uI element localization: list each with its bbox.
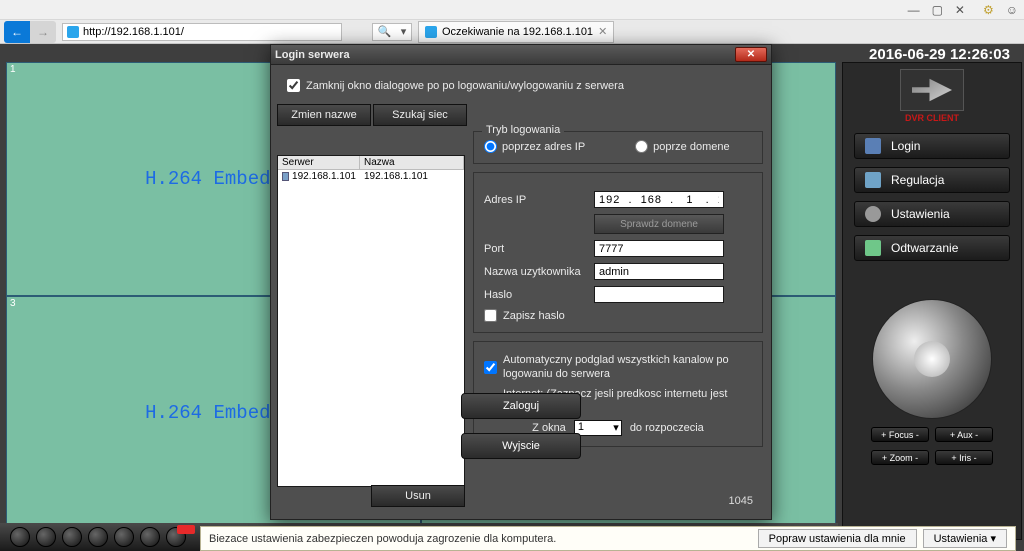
dock-button[interactable] [62,527,82,547]
settings-button[interactable]: Ustawienia ▾ [923,529,1007,548]
ie-icon [425,26,437,38]
iris-button[interactable]: + Iris - [935,450,993,465]
auto-preview-checkbox[interactable]: Automatyczny podglad wszystkich kanalow … [484,353,752,382]
record-button[interactable] [166,527,186,547]
username-input[interactable] [594,263,724,280]
login-submit-button[interactable]: Zaloguj [461,393,581,419]
password-label: Haslo [484,289,594,301]
back-button[interactable]: ← [4,21,30,43]
smile-icon[interactable]: ☺ [1006,3,1018,17]
ustawienia-button[interactable]: Ustawienia [854,201,1010,227]
minimize-icon[interactable]: — [908,3,920,17]
server-icon [282,172,289,181]
username-label: Nazwa uzytkownika [484,266,594,278]
checkbox[interactable] [287,79,300,92]
dock-button[interactable] [140,527,160,547]
forward-button[interactable]: → [30,21,56,43]
dock-button[interactable] [88,527,108,547]
login-button[interactable]: Login [854,133,1010,159]
search-network-button[interactable]: Szukaj siec [373,104,467,126]
login-server-dialog: Login serwera ✕ Zamknij okno dialogowe p… [270,44,772,520]
dock-button[interactable] [10,527,30,547]
odtwarzanie-button[interactable]: Odtwarzanie [854,235,1010,261]
dvr-app: 2016-06-29 12:26:03 1 H.264 Embedd R 3 H… [0,44,1024,551]
ip-input[interactable] [594,191,724,208]
browser-tab[interactable]: Oczekiwanie na 192.168.1.101 ✕ [418,21,614,43]
dialog-close-button[interactable]: ✕ [735,47,767,62]
close-icon[interactable]: ✕ [955,3,965,17]
login-mode-legend: Tryb logowania [482,124,564,136]
maximize-icon[interactable]: ▢ [932,3,943,17]
security-notification: Biezace ustawienia zabezpieczen powoduja… [200,526,1016,551]
aux-button[interactable]: + Aux - [935,427,993,442]
monitor-icon [865,172,881,188]
focus-button[interactable]: + Focus - [871,427,929,442]
camera-logo-icon [900,69,964,111]
playback-icon [865,240,881,256]
address-bar: ← → http://192.168.1.101/ 🔍▾ Oczekiwanie… [0,20,1024,44]
dock-button[interactable] [36,527,56,547]
security-message: Biezace ustawienia zabezpieczen powoduja… [209,533,556,545]
url-text: http://192.168.1.101/ [83,26,184,38]
tab-label: Oczekiwanie na 192.168.1.101 [442,26,593,38]
by-domain-radio[interactable]: poprze domene [635,140,729,153]
pane-number: 1 [10,64,16,75]
save-password-checkbox[interactable]: Zapisz haslo [484,309,752,322]
close-after-login-checkbox[interactable]: Zamknij okno dialogowe po po logowaniu/w… [271,65,771,104]
watermark: H.264 Embedd [145,168,282,190]
check-domain-button: Sprawdz domene [594,214,724,234]
ip-label: Adres IP [484,194,594,206]
password-input[interactable] [594,286,724,303]
fix-settings-button[interactable]: Popraw ustawienia dla mnie [758,529,917,548]
dialog-title: Login serwera [275,49,350,61]
zoom-button[interactable]: + Zoom - [871,450,929,465]
gear-icon [865,206,881,222]
list-header: Serwer Nazwa [278,156,464,170]
url-field[interactable]: http://192.168.1.101/ [62,23,342,41]
tab-close-icon[interactable]: ✕ [598,25,607,38]
port-input[interactable] [594,240,724,257]
server-row[interactable]: 192.168.1.101 192.168.1.101 [278,170,464,183]
port-label: Port [484,243,594,255]
delete-button[interactable]: Usun [371,485,465,507]
credentials-fieldset: Adres IP Sprawdz domene Port Nazwa uzytk… [473,172,763,333]
dialog-titlebar: Login serwera ✕ [271,45,771,65]
dock-button[interactable] [114,527,134,547]
counter-label: 1045 [729,495,753,507]
ie-icon [67,26,79,38]
logo-label: DVR CLIENT [905,113,959,123]
user-icon [865,138,881,154]
search-refresh[interactable]: 🔍▾ [372,23,412,41]
exit-button[interactable]: Wyjscie [461,433,581,459]
ptz-wheel[interactable] [872,299,992,419]
side-panel: DVR CLIENT Login Regulacja Ustawienia Od… [842,62,1022,540]
regulacja-button[interactable]: Regulacja [854,167,1010,193]
datetime-display: 2016-06-29 12:26:03 [869,46,1010,63]
login-mode-fieldset: Tryb logowania poprzez adres IP poprze d… [473,131,763,164]
pane-number: 3 [10,298,16,309]
watermark: H.264 Embedd [145,402,282,424]
rename-button[interactable]: Zmien nazwe [277,104,371,126]
by-ip-radio[interactable]: poprzez adres IP [484,140,585,153]
window-titlebar: — ▢ ✕ ⚙ ☺ [0,0,1024,20]
settings-gear-icon[interactable]: ⚙ [983,3,994,17]
